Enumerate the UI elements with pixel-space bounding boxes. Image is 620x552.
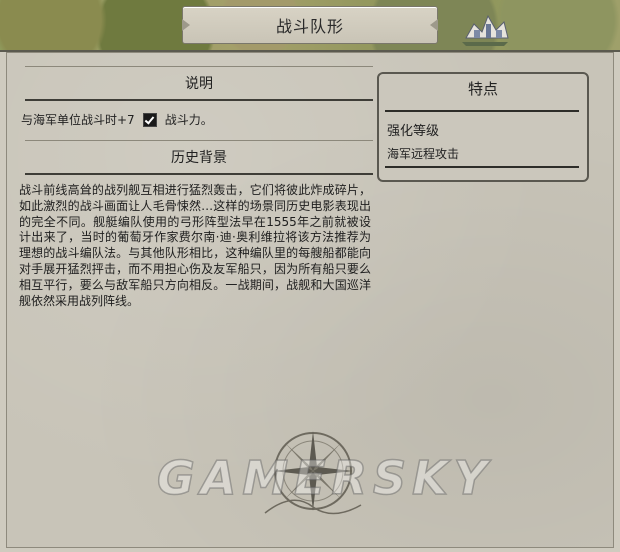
watermark: GAMERSKY [156,450,494,506]
features-divider-top [385,110,579,112]
plaque-right-ornament [430,19,438,31]
features-subheading: 强化等级 [387,124,440,139]
description-heading-label: 说明 [185,76,213,92]
combat-strength-icon [142,112,157,127]
description-heading: 说明 [25,66,373,101]
features-box: 特点 强化等级 海军远程攻击 [377,72,589,182]
content-panel: 说明 与海军单位战斗时+7 战斗力。 历史背景 战斗前线高耸的战列舰互相进行猛烈… [6,52,614,548]
title-plaque: 战斗队形 [182,6,438,44]
page-title: 战斗队形 [275,17,344,36]
effect-line: 与海军单位战斗时+7 战斗力。 [21,111,213,128]
map-header: 战斗队形 [0,0,620,52]
features-heading: 特点 [467,80,498,98]
features-item: 海军远程攻击 [387,147,460,161]
effect-suffix: 战斗力。 [164,113,213,127]
effect-prefix: 与海军单位战斗时+7 [21,113,135,127]
history-heading-label: 历史背景 [171,150,227,166]
history-heading: 历史背景 [25,140,373,175]
city-icon [462,14,509,46]
history-text: 战斗前线高耸的战列舰互相进行猛烈轰击，它们将彼此炸成碎片，如此激烈的战斗画面让人… [19,183,371,308]
features-divider-bottom [385,166,579,168]
plaque-left-ornament [182,19,190,31]
